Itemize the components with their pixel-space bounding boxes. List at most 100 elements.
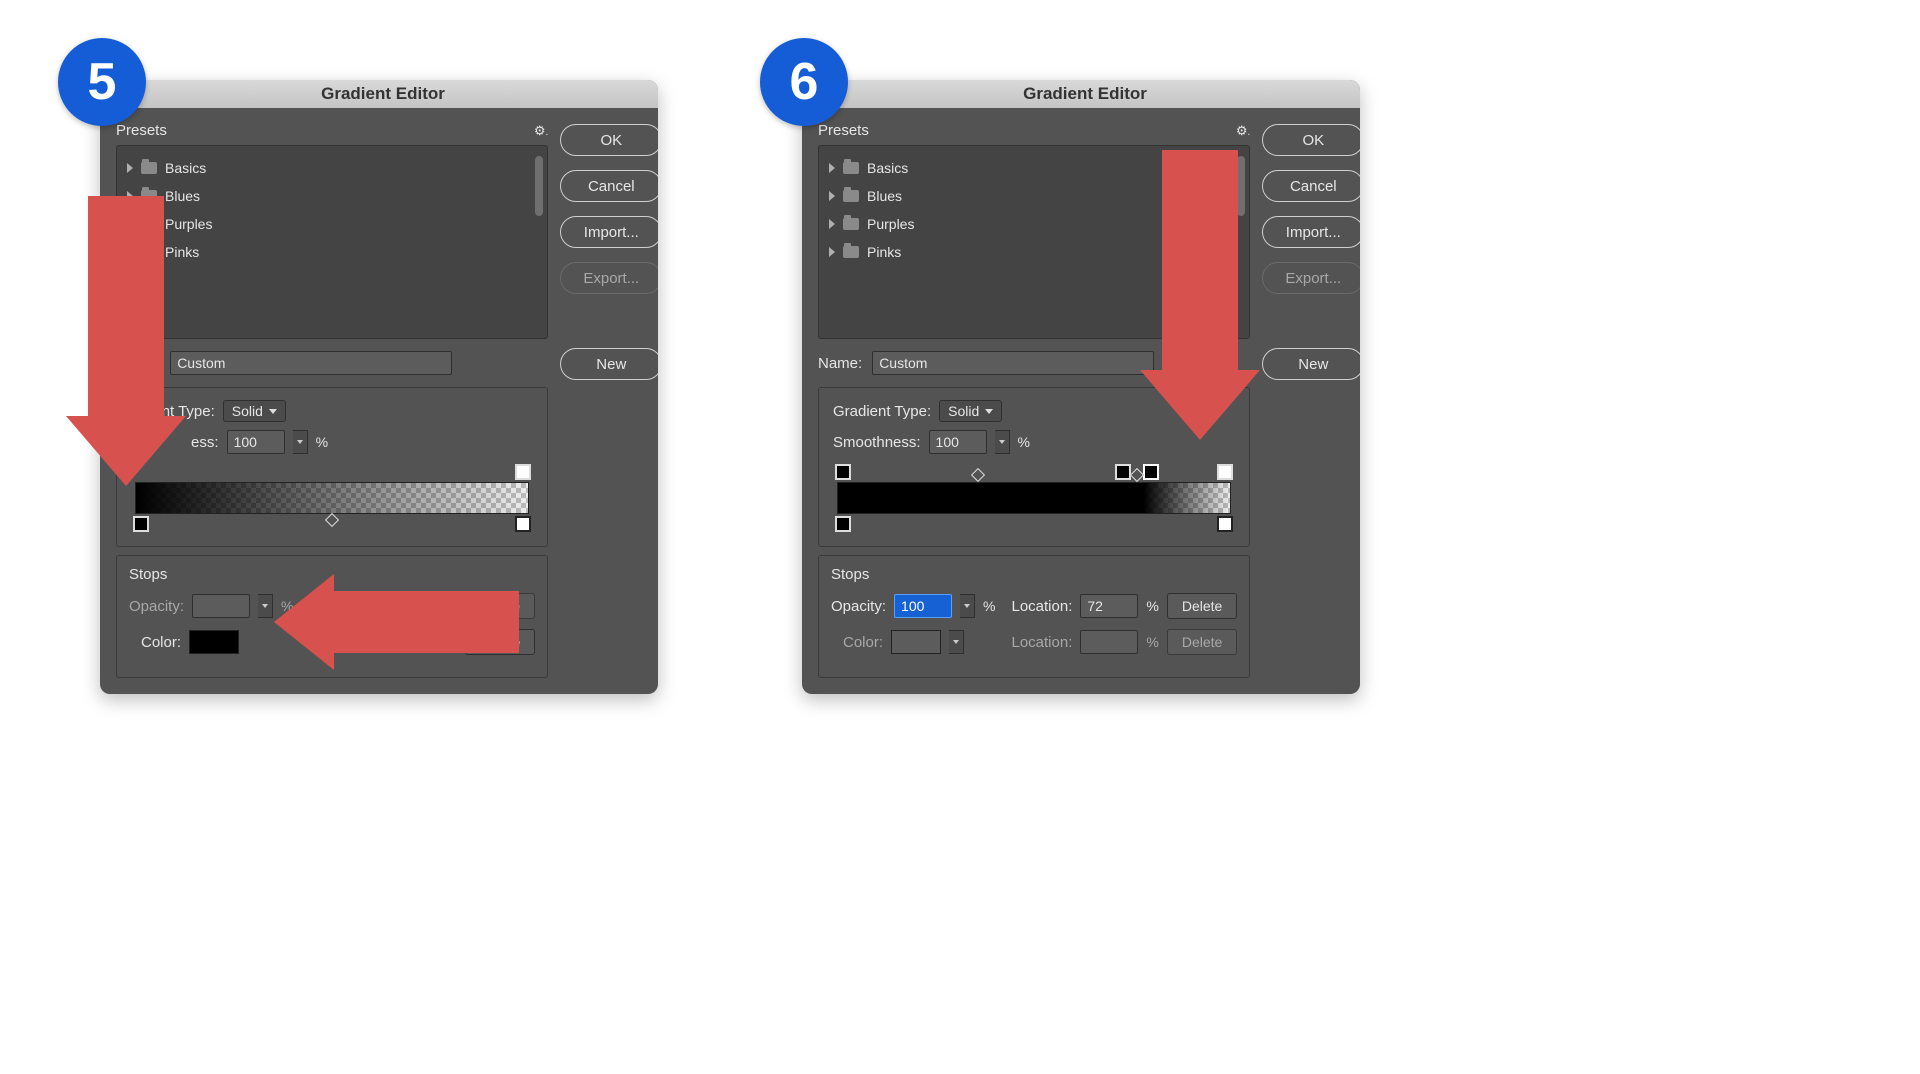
name-label: Name: — [818, 355, 862, 372]
smoothness-dropdown[interactable] — [293, 430, 308, 454]
chevron-down-icon — [262, 604, 268, 608]
gradient-name-input[interactable] — [170, 351, 452, 375]
opacity-stop-72[interactable] — [1115, 464, 1131, 480]
opacity-location-input[interactable] — [1080, 594, 1138, 618]
preset-label: Pinks — [867, 244, 901, 260]
opacity-stop-selected[interactable] — [1143, 464, 1159, 480]
color-stop-left[interactable] — [133, 516, 149, 532]
opacity-stop-left[interactable] — [835, 464, 851, 480]
opacity-label: Opacity: — [831, 598, 886, 615]
opacity-stop-right[interactable] — [515, 464, 531, 480]
gear-icon[interactable]: ⚙︎. — [1236, 123, 1250, 139]
import-button[interactable]: Import... — [560, 216, 658, 248]
gradient-type-value: Solid — [232, 403, 263, 419]
opacity-dropdown[interactable] — [960, 594, 975, 618]
new-button[interactable]: New — [560, 348, 658, 380]
midpoint-handle[interactable] — [325, 513, 339, 527]
chevron-down-icon — [269, 409, 277, 414]
step-number-5: 5 — [88, 52, 117, 112]
smoothness-input[interactable] — [227, 430, 285, 454]
opacity-dropdown — [258, 594, 273, 618]
preset-label: Basics — [165, 160, 206, 176]
scrollbar-thumb[interactable] — [535, 156, 543, 216]
presets-label: Presets — [116, 122, 167, 139]
opacity-label: Opacity: — [129, 598, 184, 615]
gradient-type-dropdown[interactable]: Solid — [939, 400, 1002, 422]
folder-icon — [843, 190, 859, 202]
color-delete-button: Delete — [1167, 629, 1237, 655]
preset-label: Purples — [867, 216, 914, 232]
step-badge-5: 5 — [58, 38, 146, 126]
chevron-down-icon — [953, 640, 959, 644]
gradient-type-dropdown[interactable]: Solid — [223, 400, 286, 422]
color-label: Color: — [141, 634, 181, 651]
color-stop-left[interactable] — [835, 516, 851, 532]
cancel-button[interactable]: Cancel — [560, 170, 658, 202]
opacity-delete-button[interactable]: Delete — [1167, 593, 1237, 619]
gradient-type-value: Solid — [948, 403, 979, 419]
opacity-input[interactable] — [894, 594, 952, 618]
smoothness-input[interactable] — [929, 430, 987, 454]
percent-sign: % — [316, 434, 328, 450]
cancel-label: Cancel — [1290, 178, 1337, 195]
smoothness-dropdown[interactable] — [995, 430, 1010, 454]
titlebar: Gradient Editor — [802, 80, 1360, 108]
export-button: Export... — [1262, 262, 1360, 294]
percent-sign: % — [1018, 434, 1030, 450]
cancel-button[interactable]: Cancel — [1262, 170, 1360, 202]
color-location-input — [1080, 630, 1138, 654]
folder-icon — [141, 162, 157, 174]
midpoint-handle-top-2[interactable] — [1130, 468, 1144, 482]
folder-icon — [843, 162, 859, 174]
export-label: Export... — [583, 270, 639, 287]
new-label: New — [596, 356, 626, 373]
import-button[interactable]: Import... — [1262, 216, 1360, 248]
preset-label: Blues — [867, 188, 902, 204]
new-label: New — [1298, 356, 1328, 373]
gear-icon[interactable]: ⚙︎. — [534, 123, 548, 139]
preset-folder-basics[interactable]: Basics — [123, 154, 541, 182]
ok-label: OK — [1302, 132, 1324, 149]
chevron-right-icon — [127, 163, 133, 173]
cancel-label: Cancel — [588, 178, 635, 195]
opacity-stop-right[interactable] — [1217, 464, 1233, 480]
new-button[interactable]: New — [1262, 348, 1360, 380]
midpoint-handle-top-1[interactable] — [971, 468, 985, 482]
chevron-right-icon — [829, 247, 835, 257]
ok-label: OK — [600, 132, 622, 149]
gradient-name-input[interactable] — [872, 351, 1154, 375]
presets-label: Presets — [818, 122, 869, 139]
chevron-right-icon — [829, 191, 835, 201]
gradient-bar-area[interactable] — [131, 462, 533, 532]
color-swatch — [891, 630, 941, 654]
chevron-right-icon — [829, 219, 835, 229]
color-stop-right[interactable] — [515, 516, 531, 532]
color-swatch[interactable] — [189, 630, 239, 654]
preset-label: Basics — [867, 160, 908, 176]
ok-button[interactable]: OK — [560, 124, 658, 156]
titlebar: Gradient Editor — [100, 80, 658, 108]
gradient-bar[interactable] — [135, 482, 529, 514]
gradient-bar-area[interactable] — [833, 462, 1235, 532]
chevron-down-icon — [297, 440, 303, 444]
import-label: Import... — [1286, 224, 1341, 241]
export-button: Export... — [560, 262, 658, 294]
chevron-down-icon — [964, 604, 970, 608]
gradient-editor-dialog-6: Gradient Editor Presets ⚙︎. Basics — [802, 80, 1360, 694]
annotation-arrow-left-icon — [274, 574, 519, 670]
percent-sign: % — [983, 598, 995, 614]
folder-icon — [843, 246, 859, 258]
dialog-title: Gradient Editor — [132, 84, 658, 104]
chevron-down-icon — [985, 409, 993, 414]
percent-sign: % — [1146, 598, 1158, 614]
color-stop-right[interactable] — [1217, 516, 1233, 532]
folder-icon — [843, 218, 859, 230]
smoothness-label: Smoothness: — [833, 434, 921, 451]
step-badge-6: 6 — [760, 38, 848, 126]
stops-label: Stops — [831, 566, 1237, 583]
opacity-location-label: Location: — [1011, 598, 1072, 615]
ok-button[interactable]: OK — [1262, 124, 1360, 156]
import-label: Import... — [584, 224, 639, 241]
gradient-bar[interactable] — [837, 482, 1231, 514]
color-swatch-dropdown — [949, 630, 964, 654]
